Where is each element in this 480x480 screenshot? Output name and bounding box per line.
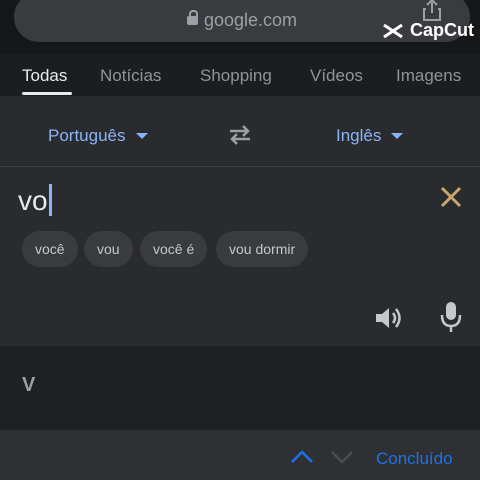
chevron-down-icon [391,133,404,139]
speaker-icon[interactable] [374,304,404,332]
target-language-label: Inglês [336,126,382,145]
source-language-label: Português [48,126,126,145]
translation-input[interactable]: vo [18,184,52,217]
tab-all[interactable]: Todas [22,66,67,86]
clear-icon[interactable] [438,184,464,210]
suggestion-chip[interactable]: você [22,231,78,267]
tab-news[interactable]: Notícias [100,66,161,86]
tab-videos[interactable]: Vídeos [310,66,363,86]
capcut-label: CapCut [410,20,474,40]
suggestion-chip[interactable]: vou dormir [216,231,309,267]
lock-icon [186,10,198,25]
divider [0,166,480,167]
translation-result: V [22,374,36,396]
target-language-select[interactable]: Inglês [336,126,404,146]
capcut-watermark: CapCut [381,20,474,41]
mic-icon[interactable] [439,300,463,334]
suggestion-chip[interactable]: você é [140,231,208,267]
input-value: vo [18,185,48,216]
search-tabs: Todas Notícias Shopping Vídeos Imagens [0,54,480,96]
translation-result-panel [0,346,480,430]
chevron-down-icon [135,133,148,139]
tab-images[interactable]: Imagens [396,66,461,86]
chevron-down-icon[interactable] [330,449,354,465]
swap-icon[interactable] [226,124,254,146]
browser-toolbar: google.com CapCut [0,0,480,54]
suggestion-chip[interactable]: vou [84,231,133,267]
active-tab-indicator [22,92,72,95]
done-button[interactable]: Concluído [376,449,453,469]
share-icon[interactable] [422,0,442,22]
url-text: google.com [203,10,298,30]
source-language-select[interactable]: Português [48,126,148,146]
capcut-logo-icon [383,23,403,38]
tab-shopping[interactable]: Shopping [200,66,272,86]
text-cursor [48,184,52,216]
chevron-up-icon[interactable] [290,449,314,465]
